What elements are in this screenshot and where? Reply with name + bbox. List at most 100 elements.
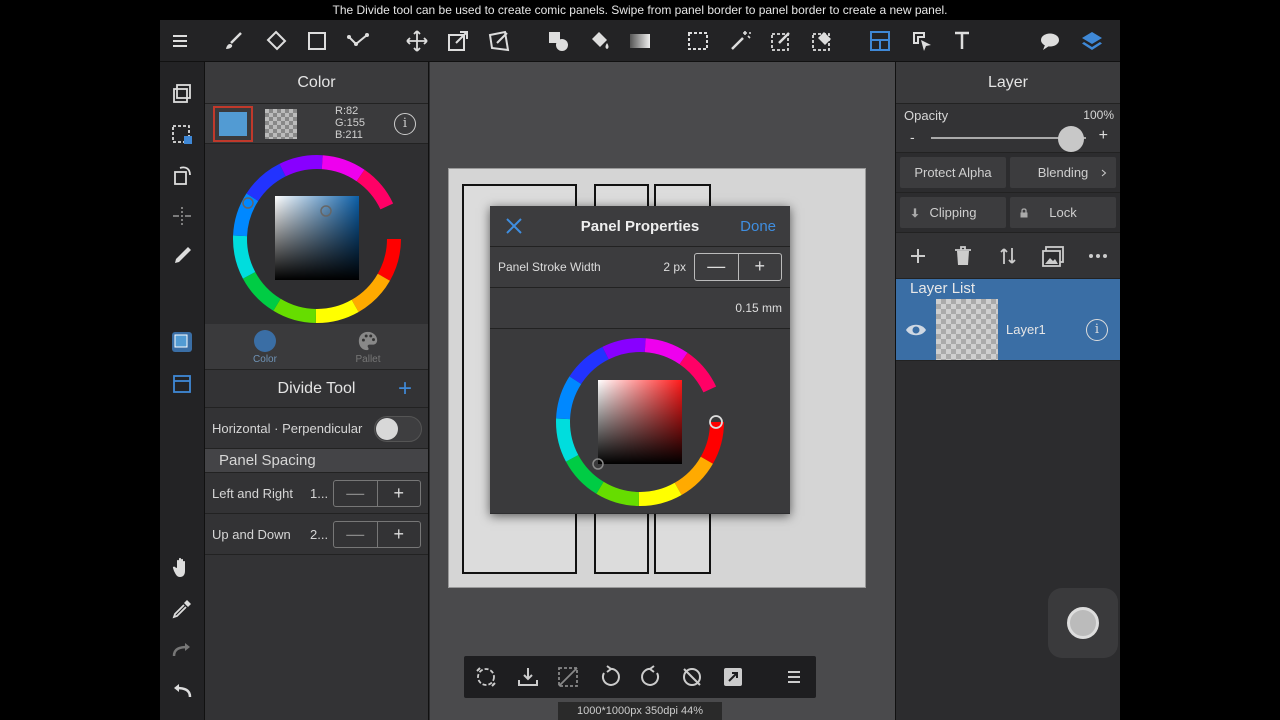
bottom-menu-icon[interactable] bbox=[782, 665, 806, 689]
stroke-width-row: Panel Stroke Width 2 px — + bbox=[490, 247, 790, 288]
spacing-up-down-row: Up and Down 2... — + bbox=[205, 514, 428, 555]
layer-image-icon[interactable] bbox=[1041, 244, 1065, 268]
layer-thumbnail bbox=[936, 299, 998, 360]
trash-icon[interactable] bbox=[951, 244, 975, 268]
select-pen-icon[interactable] bbox=[769, 29, 793, 53]
swatch-row: R:82 G:155 B:211 i bbox=[205, 104, 428, 144]
layer-info-icon[interactable]: i bbox=[1086, 319, 1108, 341]
eyedropper-icon[interactable] bbox=[170, 597, 194, 621]
hand-icon[interactable] bbox=[170, 556, 194, 580]
selection-layer-icon[interactable] bbox=[170, 122, 194, 146]
left-toolbar bbox=[160, 62, 205, 720]
gradient-tool-icon[interactable] bbox=[628, 29, 652, 53]
rotate-left-icon[interactable] bbox=[598, 665, 622, 689]
brush-panel-toggle-icon[interactable] bbox=[170, 372, 194, 396]
dialog-header: Panel Properties Done bbox=[490, 206, 790, 247]
add-layer-icon[interactable] bbox=[906, 244, 930, 268]
bottom-toolbar bbox=[464, 656, 816, 698]
import-icon[interactable] bbox=[516, 665, 540, 689]
color-panel-title: Color bbox=[205, 62, 428, 104]
pen-icon[interactable] bbox=[170, 244, 194, 268]
layer-option-row-1: Protect Alpha Blending bbox=[896, 153, 1120, 193]
reset-rotation-icon[interactable] bbox=[680, 665, 704, 689]
opacity-minus-button[interactable]: - bbox=[910, 129, 915, 145]
rotate-canvas-icon[interactable] bbox=[170, 163, 194, 187]
quick-access-button[interactable] bbox=[1048, 588, 1118, 658]
lock-button[interactable]: Lock bbox=[1010, 197, 1116, 228]
select-eraser-icon[interactable] bbox=[810, 29, 834, 53]
magic-wand-icon[interactable] bbox=[728, 29, 752, 53]
opacity-slider-thumb[interactable] bbox=[1058, 126, 1084, 152]
spacing-up-down-value: 2... bbox=[310, 527, 329, 542]
divide-tool-title: Divide Tool bbox=[277, 380, 356, 397]
color-wheel[interactable] bbox=[205, 144, 428, 324]
move-tool-icon[interactable] bbox=[405, 29, 429, 53]
eraser-tool-icon[interactable] bbox=[264, 29, 288, 53]
color-dot-icon bbox=[254, 330, 276, 352]
stroke-width-stepper: — + bbox=[694, 253, 782, 281]
tab-color[interactable]: Color bbox=[235, 330, 295, 365]
tab-pallet[interactable]: Pallet bbox=[338, 330, 398, 365]
done-button[interactable]: Done bbox=[740, 206, 776, 247]
orientation-label: Horizontal · Perpendicular bbox=[212, 421, 363, 436]
fit-canvas-icon[interactable] bbox=[721, 665, 745, 689]
foreground-color-swatch[interactable] bbox=[213, 106, 253, 142]
opacity-value: 100% bbox=[1083, 108, 1114, 122]
sort-layers-icon[interactable] bbox=[996, 244, 1020, 268]
layer-item[interactable]: Layer1 i bbox=[896, 299, 1120, 361]
distort-tool-icon[interactable] bbox=[487, 29, 511, 53]
line-tool-icon[interactable] bbox=[346, 29, 370, 53]
spacing-left-right-stepper: — + bbox=[333, 480, 421, 507]
stroke-width-plus-button[interactable]: + bbox=[739, 254, 782, 280]
stroke-width-minus-button[interactable]: — bbox=[695, 254, 739, 280]
brush-tool-icon[interactable] bbox=[222, 29, 246, 53]
layer-panel-title: Layer bbox=[896, 62, 1120, 104]
clipping-button[interactable]: Clipping bbox=[900, 197, 1006, 228]
transform-tool-icon[interactable] bbox=[446, 29, 470, 53]
layers-icon[interactable] bbox=[1080, 29, 1104, 53]
stroke-mm-row: 0.15 mm bbox=[490, 288, 790, 329]
operation-tool-icon[interactable] bbox=[910, 29, 934, 53]
spacing-left-right-minus-button[interactable]: — bbox=[334, 481, 378, 506]
menu-icon[interactable] bbox=[168, 29, 192, 53]
spacing-up-down-minus-button[interactable]: — bbox=[334, 522, 378, 547]
spacing-left-right-row: Left and Right 1... — + bbox=[205, 473, 428, 514]
panel-spacing-label: Panel Spacing bbox=[205, 449, 428, 473]
saturation-square[interactable] bbox=[275, 196, 359, 280]
stroke-color-wheel[interactable] bbox=[490, 329, 790, 513]
spacing-up-down-plus-button[interactable]: + bbox=[378, 522, 421, 547]
select-rect-icon[interactable] bbox=[686, 29, 710, 53]
top-toolbar bbox=[160, 20, 1120, 62]
color-panel: Color R:82 G:155 B:211 i Color Pallet Di… bbox=[205, 62, 429, 720]
undo-icon[interactable] bbox=[170, 679, 194, 703]
color-tabs: Color Pallet bbox=[205, 324, 428, 370]
background-color-swatch[interactable] bbox=[265, 109, 297, 139]
layer-list-title: Layer List bbox=[896, 279, 1120, 299]
eye-icon[interactable] bbox=[904, 318, 928, 342]
text-tool-icon[interactable] bbox=[950, 29, 974, 53]
copy-layer-icon[interactable] bbox=[170, 82, 194, 106]
fill-tool-icon[interactable] bbox=[546, 29, 570, 53]
more-options-icon[interactable] bbox=[1086, 244, 1110, 268]
protect-alpha-button[interactable]: Protect Alpha bbox=[900, 157, 1006, 188]
shape-tool-icon[interactable] bbox=[305, 29, 329, 53]
blending-button[interactable]: Blending bbox=[1010, 157, 1116, 188]
orientation-toggle[interactable] bbox=[374, 416, 422, 442]
color-info-icon[interactable]: i bbox=[394, 113, 416, 135]
divide-tool-add-icon[interactable]: + bbox=[398, 370, 412, 408]
spacing-left-right-plus-button[interactable]: + bbox=[378, 481, 421, 506]
color-panel-toggle-icon[interactable] bbox=[170, 330, 194, 354]
redo-icon[interactable] bbox=[170, 638, 194, 662]
select-all-icon[interactable] bbox=[474, 665, 498, 689]
stroke-saturation-square[interactable] bbox=[598, 380, 682, 464]
speech-bubble-icon[interactable] bbox=[1038, 29, 1062, 53]
layer-option-row-2: Clipping Lock bbox=[896, 193, 1120, 233]
clear-selection-icon[interactable] bbox=[556, 665, 580, 689]
layer-actions bbox=[896, 233, 1120, 279]
rotate-right-icon[interactable] bbox=[639, 665, 663, 689]
divide-tool-icon[interactable] bbox=[868, 29, 892, 53]
flip-icon[interactable] bbox=[170, 204, 194, 228]
opacity-plus-button[interactable]: + bbox=[1099, 127, 1108, 145]
app-window: Color R:82 G:155 B:211 i Color Pallet Di… bbox=[160, 20, 1120, 720]
bucket-tool-icon[interactable] bbox=[587, 29, 611, 53]
